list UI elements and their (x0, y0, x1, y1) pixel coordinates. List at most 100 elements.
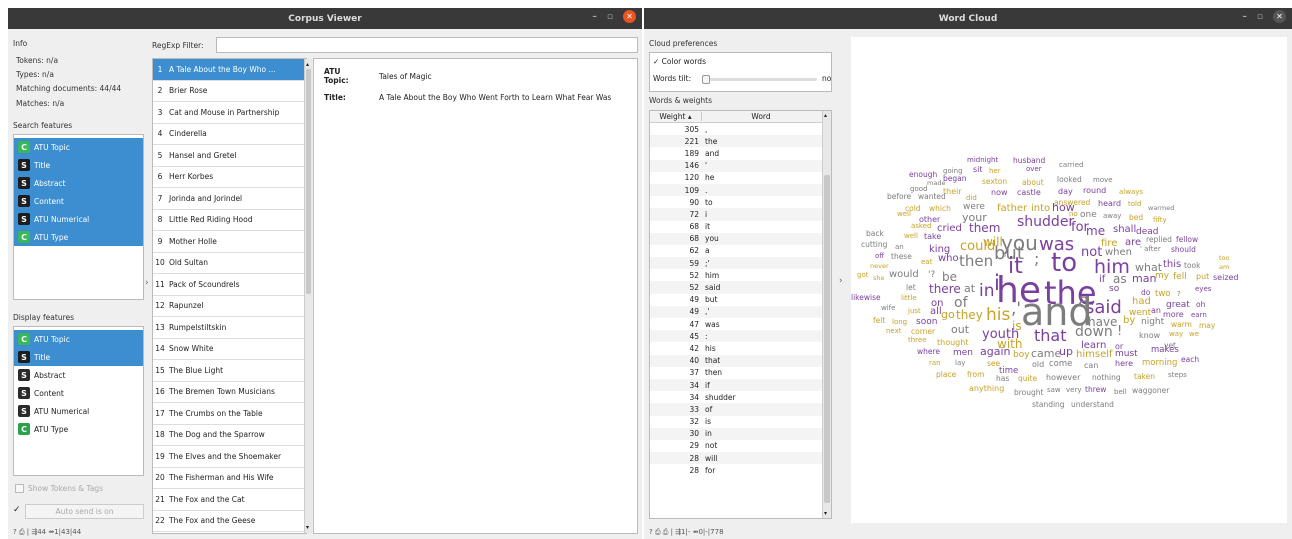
document-list[interactable]: 1 A Tale About the Boy Who ... 2 Brier Rose… (152, 58, 307, 534)
document-list-scrollbar[interactable]: ▴ ▾ (304, 59, 312, 533)
search-feature-item[interactable]: C ATU Type (14, 228, 143, 246)
search-feature-item[interactable]: C ATU Topic (14, 138, 143, 156)
weight-row[interactable]: 47 was (650, 318, 831, 331)
weights-scrollbar[interactable]: ▴ ▾ (822, 111, 831, 518)
weight-row[interactable]: 305, (650, 123, 831, 136)
splitter-arrow-icon[interactable]: › (839, 276, 843, 286)
splitter-arrow-icon[interactable]: › (145, 278, 149, 288)
search-feature-item[interactable]: S ATU Numerical (14, 210, 143, 228)
scroll-down-icon[interactable]: ▾ (824, 510, 827, 517)
weight-row[interactable]: 30 in (650, 427, 831, 440)
maximize-icon[interactable]: ▫ (607, 12, 613, 22)
weight-row[interactable]: 146 ' (650, 159, 831, 172)
weight-row[interactable]: 32 is (650, 415, 831, 428)
weight-row[interactable]: 28 will (650, 452, 831, 465)
color-words-checkbox[interactable]: ✓ Color words (653, 57, 706, 66)
weight-row[interactable]: 49 ,' (650, 305, 831, 318)
weight-row[interactable]: 59 ;' (650, 257, 831, 270)
weight-row[interactable]: 28 for (650, 464, 831, 477)
weight-row[interactable]: 68 it (650, 220, 831, 233)
document-list-item[interactable]: 7 Jorinda and Jorindel (153, 188, 306, 210)
weight-row[interactable]: 42 his (650, 342, 831, 355)
close-icon[interactable]: ✕ (623, 10, 636, 23)
document-list-item[interactable]: 5 Hansel and Gretel (153, 145, 306, 167)
document-list-item[interactable]: 3 Cat and Mouse in Partnership (153, 102, 306, 124)
col-header-weight[interactable]: Weight ▴ (650, 112, 702, 121)
weight-row[interactable]: 68 you (650, 232, 831, 245)
search-feature-item[interactable]: S Content (14, 192, 143, 210)
weight-row[interactable]: 34 shudder (650, 391, 831, 404)
document-list-item[interactable]: 2 Brier Rose (153, 81, 306, 102)
weight-row[interactable]: 37 then (650, 366, 831, 379)
display-feature-item[interactable]: S Abstract (14, 366, 143, 384)
document-list-item[interactable]: 18 The Dog and the Sparrow (153, 425, 306, 446)
cloud-word: warmed (1148, 204, 1175, 212)
cloud-prefs-header: Cloud preferences (649, 39, 718, 48)
display-feature-item[interactable]: C ATU Topic (14, 330, 143, 348)
weight-row[interactable]: 62 a (650, 244, 831, 258)
weight-row[interactable]: 109. (650, 183, 831, 197)
weight-row[interactable]: 40 that (650, 354, 831, 367)
scroll-down-icon[interactable]: ▾ (306, 524, 309, 531)
weight-row[interactable]: 120 he (650, 171, 831, 184)
document-list-item[interactable]: 10 Old Sultan (153, 253, 306, 274)
document-list-item[interactable]: 14 Snow White (153, 339, 306, 360)
weight-row[interactable]: 45: (650, 330, 831, 343)
document-list-item[interactable]: 20 The Fisherman and His Wife (153, 468, 306, 489)
weight-row[interactable]: 33 of (650, 403, 831, 416)
document-list-item[interactable]: 17 The Crumbs on the Table (153, 403, 306, 425)
document-title: Cat and Mouse in Partnership (169, 107, 280, 117)
words-tilt-slider[interactable] (702, 75, 817, 84)
document-list-item[interactable]: 22 The Fox and the Geese (153, 511, 306, 532)
string-type-icon: S (18, 405, 30, 417)
search-feature-item[interactable]: S Abstract (14, 174, 143, 192)
document-list-item[interactable]: 15 The Blue Light (153, 360, 306, 382)
show-tokens-checkbox[interactable]: Show Tokens & Tags (15, 484, 103, 493)
search-feature-item[interactable]: S Title (14, 156, 143, 174)
col-header-word[interactable]: Word (702, 112, 820, 121)
cloud-word: very (1066, 386, 1082, 394)
document-list-item[interactable]: 8 Little Red Riding Hood (153, 210, 306, 231)
document-list-item[interactable]: 11 Pack of Scoundrels (153, 274, 306, 296)
string-type-icon: S (18, 387, 30, 399)
scroll-thumb[interactable] (824, 175, 830, 503)
display-feature-item[interactable]: S ATU Numerical (14, 402, 143, 420)
auto-send-check-icon[interactable]: ✓ (13, 505, 21, 515)
weight-row[interactable]: 72 i (650, 208, 831, 221)
document-list-item[interactable]: 4 Cinderella (153, 124, 306, 145)
weight-row[interactable]: 221 the (650, 135, 831, 148)
slider-handle[interactable] (702, 75, 710, 84)
document-list-item[interactable]: 9 Mother Holle (153, 231, 306, 253)
document-list-item[interactable]: 16 The Bremen Town Musicians (153, 382, 306, 403)
search-features-list[interactable]: C ATU Topic S Title S Abstract S Content S ATU Nu… (13, 134, 144, 300)
minimize-icon[interactable]: – (1242, 12, 1247, 22)
document-list-item[interactable]: 19 The Elves and the Shoemaker (153, 446, 306, 468)
weight-row[interactable]: 29 not (650, 439, 831, 453)
document-list-item[interactable]: 1 A Tale About the Boy Who ... (153, 59, 306, 81)
cloud-word: then (959, 252, 994, 270)
display-feature-item[interactable]: C ATU Type (14, 420, 143, 438)
words-weights-table[interactable]: Weight ▴ Word 305, 221 the 189 and 146 ' 120 he 1… (649, 110, 832, 519)
close-icon[interactable]: ✕ (1273, 10, 1286, 23)
scroll-up-icon[interactable]: ▴ (306, 61, 309, 68)
display-features-list[interactable]: C ATU Topic S Title S Abstract S Content S ATU Nu… (13, 326, 144, 476)
weight-row[interactable]: 90 to (650, 196, 831, 209)
maximize-icon[interactable]: ▫ (1257, 12, 1263, 22)
auto-send-button[interactable]: Auto send is on (25, 504, 144, 519)
display-feature-item[interactable]: S Content (14, 384, 143, 402)
document-list-item[interactable]: 6 Herr Korbes (153, 167, 306, 188)
cloud-word: bell (1114, 388, 1127, 396)
weight-row[interactable]: 189 and (650, 147, 831, 160)
weight-row[interactable]: 52 said (650, 281, 831, 294)
weight-row[interactable]: 52 him (650, 269, 831, 282)
weight-row[interactable]: 49 but (650, 293, 831, 306)
regexp-input[interactable] (216, 37, 638, 53)
scroll-thumb[interactable] (306, 69, 311, 294)
minimize-icon[interactable]: – (592, 12, 597, 22)
display-feature-item[interactable]: S Title (14, 348, 143, 366)
weight-row[interactable]: 34 if (650, 378, 831, 392)
scroll-up-icon[interactable]: ▴ (824, 112, 827, 119)
document-list-item[interactable]: 21 The Fox and the Cat (153, 489, 306, 511)
document-list-item[interactable]: 13 Rumpelstiltskin (153, 317, 306, 339)
document-list-item[interactable]: 12 Rapunzel (153, 296, 306, 317)
